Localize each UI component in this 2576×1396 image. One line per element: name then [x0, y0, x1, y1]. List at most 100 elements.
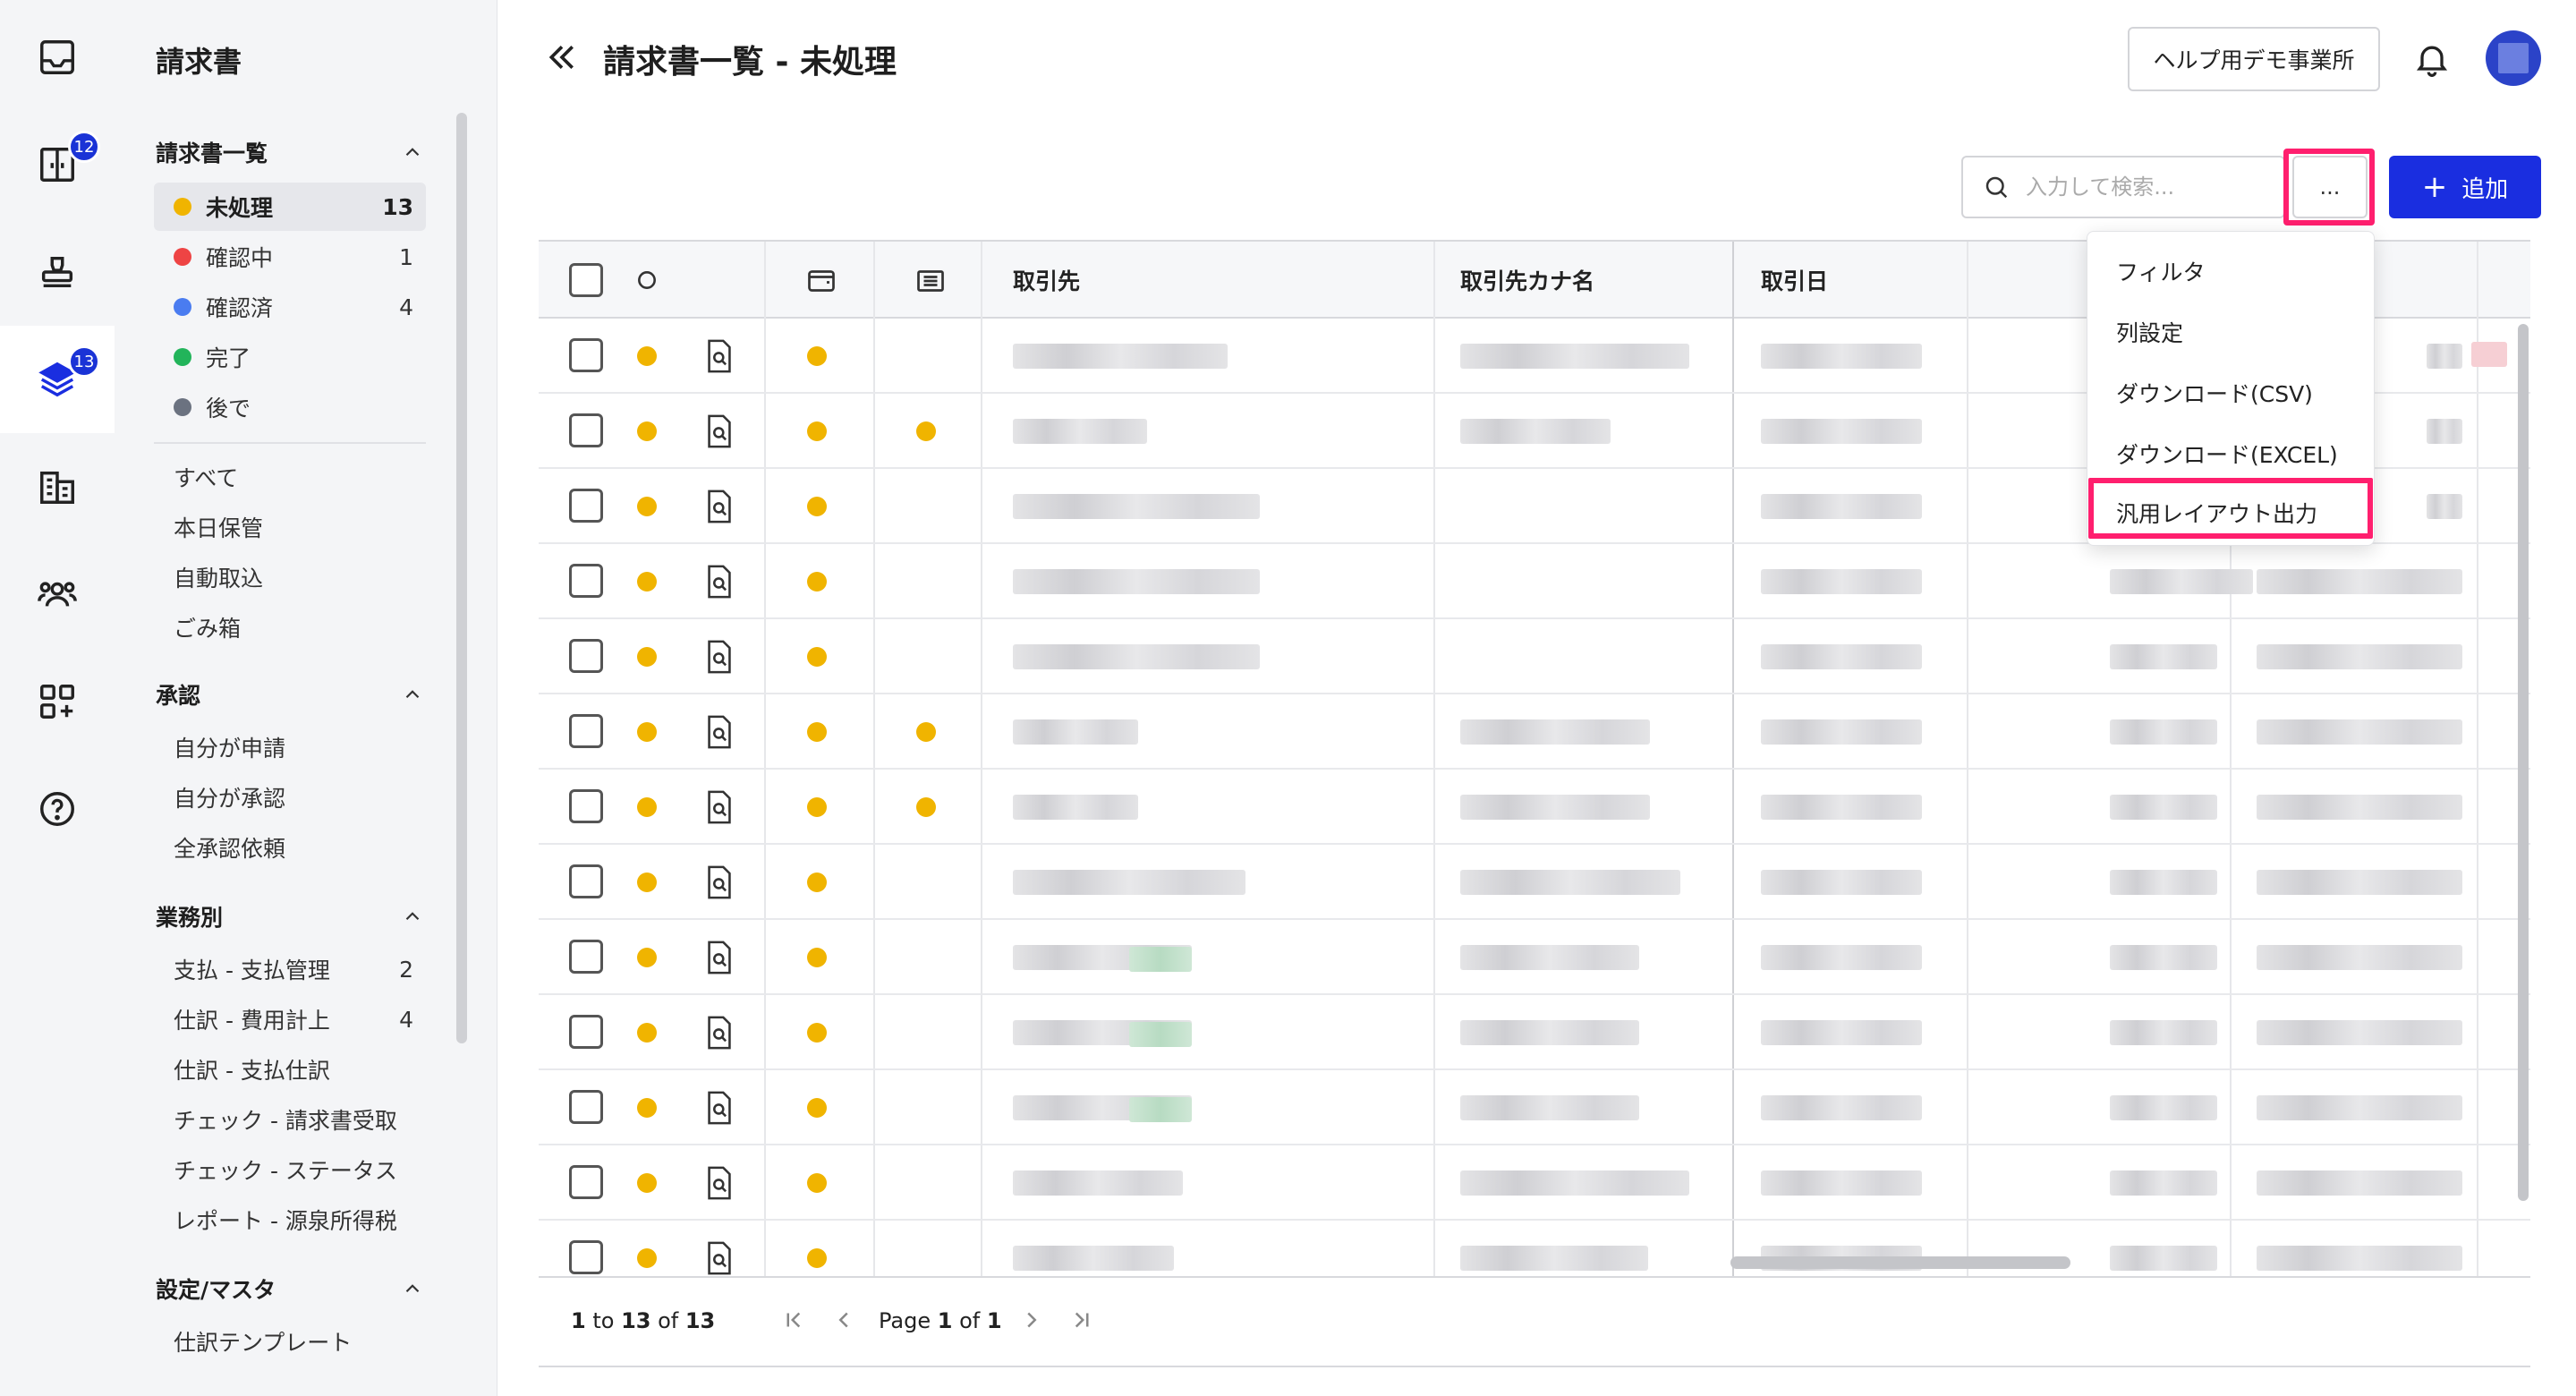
sidebar-item-my-approvals[interactable]: 自分が承認	[154, 773, 426, 821]
row-checkbox[interactable]	[569, 789, 603, 823]
payment-dot	[807, 1023, 827, 1043]
document-preview-icon[interactable]	[703, 489, 735, 524]
sidebar-item-today-stored[interactable]: 本日保管	[154, 503, 426, 551]
row-checkbox[interactable]	[569, 564, 603, 598]
section-by-task[interactable]: 業務別	[156, 898, 424, 934]
column-header-partner[interactable]: 取引先	[1013, 242, 1080, 319]
document-preview-icon[interactable]	[703, 1015, 735, 1051]
table-row[interactable]	[539, 770, 2530, 845]
document-preview-icon[interactable]	[703, 864, 735, 900]
sidebar-item-later[interactable]: 後で	[154, 383, 426, 431]
rail-item-split[interactable]: 12	[0, 111, 115, 218]
search-box[interactable]	[1961, 156, 2285, 218]
sidebar-item-expense-journal[interactable]: 仕訳 - 費用計上 4	[154, 995, 426, 1043]
sidebar-item-payment-journal[interactable]: 仕訳 - 支払仕訳	[154, 1045, 426, 1094]
search-icon	[1985, 176, 2008, 199]
document-preview-icon[interactable]	[703, 1165, 735, 1201]
row-checkbox[interactable]	[569, 864, 603, 898]
sidebar-item-check-receipt[interactable]: チェック - 請求書受取	[154, 1095, 426, 1144]
menu-item-download-excel[interactable]: ダウンロード(EXCEL)	[2087, 423, 2376, 484]
search-input[interactable]	[2026, 174, 2276, 200]
table-row[interactable]	[539, 995, 2530, 1070]
bell-icon[interactable]	[2412, 39, 2452, 79]
avatar[interactable]	[2486, 30, 2541, 86]
row-checkbox[interactable]	[569, 714, 603, 748]
sidebar-item-withholding-report[interactable]: レポート - 源泉所得税	[154, 1196, 426, 1244]
row-checkbox[interactable]	[569, 1165, 603, 1199]
status-circle-icon[interactable]	[635, 268, 659, 292]
previous-page-icon[interactable]	[830, 1307, 857, 1333]
sidebar-item-done[interactable]: 完了	[154, 333, 426, 381]
table-vertical-scrollbar[interactable]	[2518, 324, 2529, 1201]
row-checkbox[interactable]	[569, 413, 603, 447]
column-header-date[interactable]: 取引日	[1761, 242, 1828, 319]
table-row[interactable]	[539, 1145, 2530, 1221]
document-preview-icon[interactable]	[703, 338, 735, 374]
menu-item-filter[interactable]: フィルタ	[2087, 241, 2376, 302]
rail-item-buildings[interactable]	[0, 433, 115, 541]
sidebar-item-all[interactable]: すべて	[154, 453, 426, 501]
table-row[interactable]	[539, 845, 2530, 920]
document-preview-icon[interactable]	[703, 413, 735, 449]
table-row[interactable]	[539, 694, 2530, 770]
menu-item-download-csv[interactable]: ダウンロード(CSV)	[2087, 362, 2376, 423]
sidebar-item-reviewed[interactable]: 確認済 4	[154, 283, 426, 331]
rail-item-people[interactable]	[0, 541, 115, 648]
section-settings[interactable]: 設定/マスタ	[156, 1271, 424, 1307]
column-header-partner-kana[interactable]: 取引先カナ名	[1460, 242, 1594, 319]
sidebar-item-auto-import[interactable]: 自動取込	[154, 553, 426, 601]
sidebar-scrollbar[interactable]	[456, 113, 467, 1043]
table-horizontal-scrollbar[interactable]	[1730, 1256, 2070, 1269]
next-page-icon[interactable]	[1018, 1307, 1045, 1333]
document-preview-icon[interactable]	[703, 1240, 735, 1276]
last-page-icon[interactable]	[1068, 1307, 1095, 1333]
wallet-icon[interactable]	[803, 265, 839, 297]
document-preview-icon[interactable]	[703, 1090, 735, 1126]
sidebar-item-unprocessed[interactable]: 未処理 13	[154, 183, 426, 231]
payment-dot	[807, 647, 827, 667]
add-button[interactable]: + 追加	[2389, 156, 2541, 218]
section-invoice-list[interactable]: 請求書一覧	[156, 134, 424, 170]
row-checkbox[interactable]	[569, 1240, 603, 1274]
receipt-dot	[916, 722, 936, 742]
double-chevron-left-icon[interactable]	[544, 39, 580, 75]
document-preview-icon[interactable]	[703, 940, 735, 975]
rail-item-invoices[interactable]: 13	[0, 326, 115, 433]
document-preview-icon[interactable]	[703, 564, 735, 600]
menu-item-column-settings[interactable]: 列設定	[2087, 302, 2376, 362]
rail-item-inbox[interactable]	[0, 4, 115, 111]
section-approval[interactable]: 承認	[156, 677, 424, 712]
due-date-redacted	[2257, 1095, 2462, 1120]
sidebar-item-my-requests[interactable]: 自分が申請	[154, 723, 426, 771]
table-row[interactable]	[539, 1070, 2530, 1145]
rail-item-help[interactable]	[0, 755, 115, 863]
table-row[interactable]	[539, 920, 2530, 995]
sidebar-item-trash[interactable]: ごみ箱	[154, 603, 426, 651]
document-preview-icon[interactable]	[703, 714, 735, 750]
select-all-checkbox[interactable]	[569, 263, 603, 297]
sidebar-item-journal-template[interactable]: 仕訳テンプレート	[154, 1317, 426, 1366]
office-switch-button[interactable]: ヘルプ用デモ事業所	[2128, 27, 2380, 91]
rail-item-stamp[interactable]	[0, 218, 115, 326]
sidebar-item-check-status[interactable]: チェック - ステータス	[154, 1145, 426, 1194]
row-checkbox[interactable]	[569, 338, 603, 372]
table-row[interactable]	[539, 544, 2530, 619]
sidebar-item-reviewing[interactable]: 確認中 1	[154, 233, 426, 281]
row-checkbox[interactable]	[569, 489, 603, 523]
row-checkbox[interactable]	[569, 940, 603, 974]
rail-item-apps[interactable]	[0, 648, 115, 755]
sidebar-item-all-approvals[interactable]: 全承認依頼	[154, 823, 426, 872]
date-redacted	[1761, 1170, 1922, 1196]
status-dot	[174, 348, 191, 366]
row-checkbox[interactable]	[569, 639, 603, 673]
document-preview-icon[interactable]	[703, 639, 735, 675]
receipt-list-icon[interactable]	[913, 265, 948, 297]
table-row[interactable]	[539, 1221, 2530, 1276]
main-content: 請求書一覧 - 未処理 ヘルプ用デモ事業所 ... + 追加 取引先 取引先カナ…	[497, 0, 2576, 1396]
first-page-icon[interactable]	[780, 1307, 807, 1333]
row-checkbox[interactable]	[569, 1015, 603, 1049]
row-checkbox[interactable]	[569, 1090, 603, 1124]
sidebar-item-payment-mgmt[interactable]: 支払 - 支払管理 2	[154, 945, 426, 993]
document-preview-icon[interactable]	[703, 789, 735, 825]
table-row[interactable]	[539, 619, 2530, 694]
